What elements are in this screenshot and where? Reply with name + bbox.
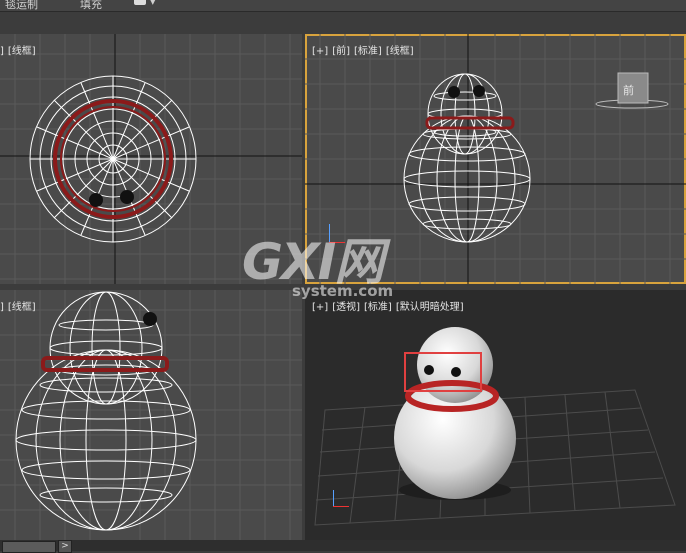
color-swatch-dropdown[interactable]	[134, 0, 146, 5]
viewcube-label[interactable]: 前	[623, 82, 634, 98]
toolbar-item-1[interactable]: 毯运制	[5, 0, 38, 12]
watermark: GXI网 system.com	[242, 222, 412, 312]
next-arrow-button[interactable]: >	[58, 540, 72, 553]
viewport-perspective[interactable]: [+] [透视] [标准] [默认明暗处理]	[305, 290, 686, 540]
viewport-left-label[interactable]: ] [线框]	[0, 298, 40, 313]
viewport-top-label[interactable]: ] [线框]	[0, 42, 40, 57]
status-bar	[0, 540, 686, 551]
axis-gizmo-icon	[327, 490, 349, 510]
chevron-down-icon[interactable]: ▾	[150, 0, 156, 8]
watermark-sub: system.com	[292, 282, 394, 300]
toolbar-item-fill[interactable]: 填充	[80, 0, 102, 12]
viewport-left-canvas	[0, 290, 302, 540]
frame-input[interactable]	[2, 541, 56, 553]
viewport-left[interactable]: ] [线框]	[0, 290, 302, 540]
viewport-front-label[interactable]: [+] [前] [标准] [线框]	[312, 42, 418, 57]
viewport-perspective-canvas	[314, 327, 676, 526]
top-toolbar: 毯运制 填充 ▾	[0, 0, 686, 12]
